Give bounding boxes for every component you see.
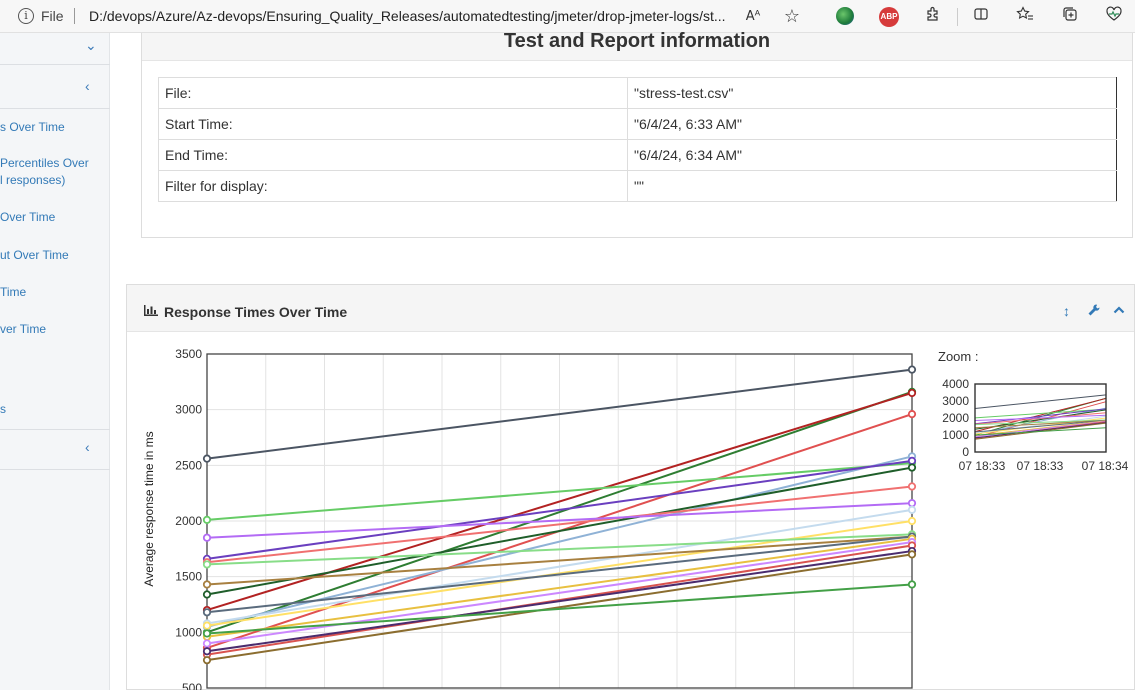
zoom-series-line [974,394,1107,409]
series-point [202,621,212,630]
series-point [202,454,212,463]
report-info-header: Test and Report information [142,30,1132,61]
series-point [907,499,917,508]
response-times-title: Response Times Over Time [164,304,348,320]
y-tick-label: 2000 [175,514,202,528]
favorites-icon[interactable] [1014,6,1036,28]
y-tick-label: 1000 [175,625,202,639]
sidebar-item-active-threads-over-time[interactable]: Over Time [0,209,55,226]
series-point [202,656,212,665]
zoom-y-tick-label: 1000 [942,428,969,442]
y-axis-label: Average response time in ms [142,431,156,586]
split-screen-icon[interactable] [970,6,992,28]
zoom-y-tick-label: 3000 [942,394,969,408]
series-point [907,410,917,419]
table-value: "" [627,170,1117,202]
resize-vertical-icon[interactable]: ↕ [1063,303,1070,319]
table-key: File: [158,77,628,109]
sidebar-item-response-time-percentiles-cont[interactable]: l responses) [0,172,65,189]
series-point [907,516,917,526]
zoom-x-tick-label: 07 18:33 [1017,459,1064,473]
performance-heart-icon[interactable] [1103,6,1125,28]
zoom-y-tick-label: 4000 [942,377,969,391]
y-tick-label: 1500 [175,570,202,584]
report-info-panel: Test and Report information File: "stres… [141,30,1133,238]
series-point [907,463,917,472]
sidebar-divider [0,64,110,65]
table-row: Start Time: "6/4/24, 6:33 AM" [158,108,1117,140]
chevron-down-icon[interactable]: ⌄ [85,37,97,54]
adblock-plus-icon[interactable]: ABP [879,7,899,27]
zoom-y-tick-label: 0 [962,445,969,459]
table-row: End Time: "6/4/24, 6:34 AM" [158,139,1117,171]
sidebar-divider [0,429,110,430]
series-point [202,590,212,599]
y-tick-label: 3000 [175,403,202,417]
table-value: "stress-test.csv" [627,77,1117,109]
series-point [907,365,917,374]
series-point [202,647,212,656]
series-point [202,580,212,589]
sidebar-divider [0,108,110,109]
series-point [202,608,212,617]
collections-icon[interactable] [1059,6,1081,28]
address-separator [74,8,75,24]
series-point [907,550,917,559]
chevron-left-icon[interactable]: ‹ [85,439,90,455]
table-row: Filter for display: "" [158,170,1117,202]
globe-extension-icon[interactable] [836,7,854,25]
favorite-star-icon[interactable]: ☆ [781,6,803,28]
table-key: End Time: [158,139,628,171]
zoom-x-tick-label: 07 18:33 [959,459,1006,473]
extensions-puzzle-icon[interactable] [922,6,944,28]
browser-toolbar: i File D:/devops/Azure/Az-devops/Ensurin… [0,0,1135,33]
chevron-left-icon[interactable]: ‹ [85,78,90,94]
sidebar-item-response-times-over-time[interactable]: s Over Time [0,119,65,136]
series-point [202,629,212,638]
address-bar[interactable]: D:/devops/Azure/Az-devops/Ensuring_Quali… [89,8,734,24]
bar-chart-icon [144,305,158,316]
table-key: Start Time: [158,108,628,140]
zoom-x-tick-label: 07 18:34 [1082,459,1129,473]
sidebar-item-latencies-over-time[interactable]: Time [0,284,26,301]
zoom-overview-chart[interactable]: 0 1000 2000 3000 4000 07 18:33 07 18:33 07 18:3… [932,372,1135,482]
series-point [907,388,917,398]
zoom-y-tick-label: 2000 [942,411,969,425]
series-point [907,580,917,589]
y-tick-label: 3500 [175,347,202,361]
toolbar-separator [957,8,958,26]
series-point [907,482,917,491]
table-row: File: "stress-test.csv" [158,77,1117,109]
report-info-title: Test and Report information [503,30,771,52]
series-point [202,533,212,542]
series-point [907,456,917,465]
series-point [202,560,212,569]
sidebar-item-other[interactable]: s [0,401,6,418]
sidebar-item-connect-time-over-time[interactable]: ver Time [0,321,46,338]
response-times-header: Response Times Over Time ↕ [127,285,1134,332]
y-tick-label: 500 [182,681,202,690]
sidebar-item-throughput-over-time[interactable]: ut Over Time [0,247,69,264]
info-icon[interactable]: i [18,8,34,24]
report-info-table: File: "stress-test.csv" Start Time: "6/4… [158,77,1117,202]
series-point [907,505,917,514]
sidebar-divider [0,469,110,470]
table-value: "6/4/24, 6:33 AM" [627,108,1117,140]
zoom-label: Zoom : [938,349,979,364]
sidebar: ⌄ ‹ s Over Time Percentiles Over l respo… [0,33,110,690]
sidebar-item-response-time-percentiles[interactable]: Percentiles Over [0,155,89,172]
wrench-icon[interactable] [1087,303,1101,320]
series-point [202,515,212,524]
table-key: Filter for display: [158,170,628,202]
series-point [202,639,212,648]
chevron-up-icon[interactable] [1113,303,1125,319]
response-times-chart[interactable]: 500 1000 1500 2000 2500 3000 3500 Average respo… [136,340,926,690]
file-label: File [41,8,64,24]
y-tick-label: 2500 [175,458,202,472]
read-aloud-icon[interactable]: Aᴬ [742,6,764,28]
table-value: "6/4/24, 6:34 AM" [627,139,1117,171]
